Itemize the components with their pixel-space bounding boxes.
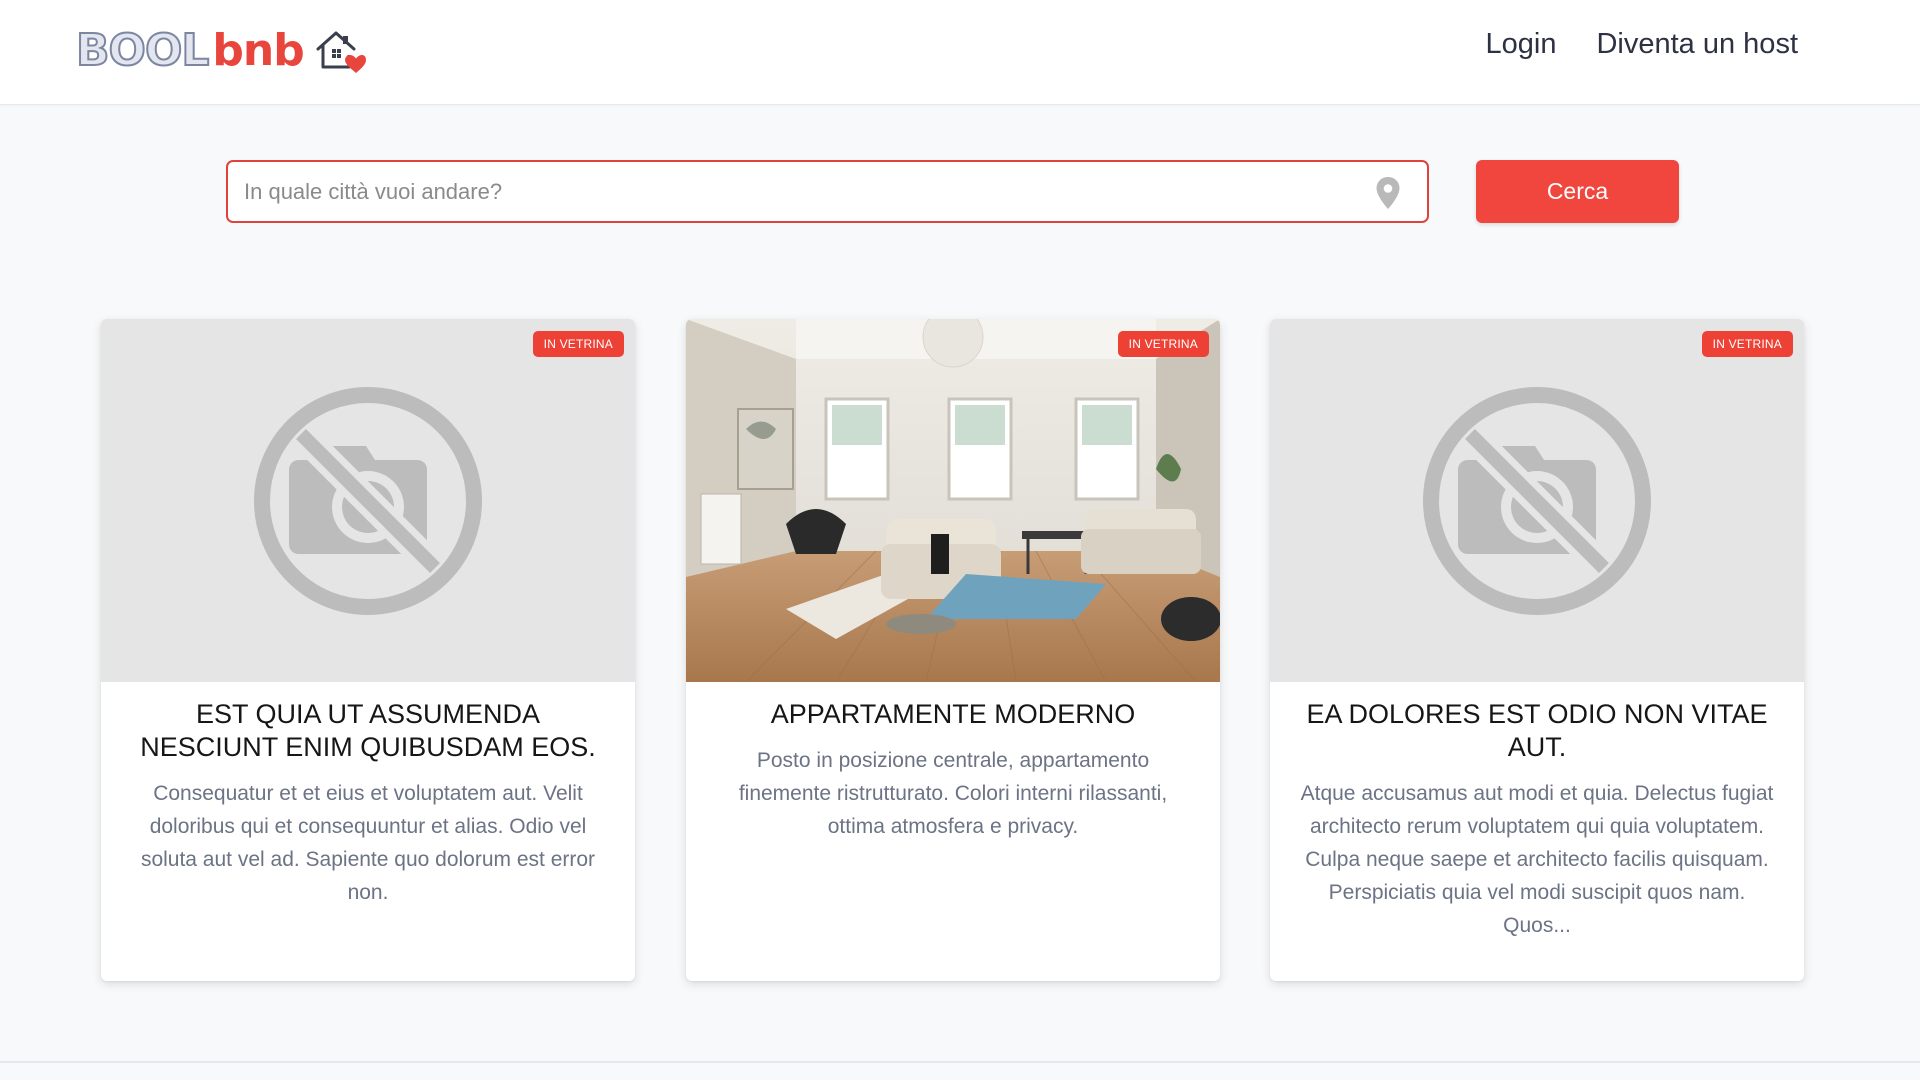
city-search-field[interactable] [226, 160, 1429, 223]
featured-badge: IN VETRINA [1701, 331, 1793, 357]
house-heart-icon [316, 31, 366, 73]
living-room-photo [686, 319, 1220, 682]
featured-listings: IN VETRINA Est quia ut assumenda nesciun… [101, 319, 1806, 981]
listing-description: Consequatur et et eius et voluptatem aut… [140, 782, 596, 904]
map-pin-icon [1376, 177, 1400, 209]
no-photo-icon [254, 386, 482, 615]
listing-card[interactable]: IN VETRINA Appartamente moderno Posto in… [686, 319, 1220, 981]
become-host-link[interactable]: Diventa un host [1596, 28, 1798, 61]
main-nav: Login Diventa un host [1486, 28, 1798, 61]
logo-text-bnb: bnb [212, 24, 304, 76]
listing-title[interactable]: Ea dolores est odio non vitae aut. [1294, 698, 1780, 764]
listing-description: Posto in posizione centrale, appartament… [738, 749, 1168, 838]
footer-divider [0, 1061, 1920, 1063]
listing-title[interactable]: Est quia ut assumenda nesciunt enim quib… [125, 698, 611, 764]
listing-image: IN VETRINA [686, 319, 1220, 682]
listing-description: Atque accusamus aut modi et quia. Delect… [1300, 782, 1774, 937]
listing-card[interactable]: IN VETRINA Ea dolores est odio non vitae… [1270, 319, 1804, 981]
no-photo-icon [1423, 386, 1651, 615]
site-logo[interactable]: BOOL bnb [75, 22, 366, 78]
site-header: BOOL bnb Login Diventa un host [0, 0, 1920, 105]
listing-image: IN VETRINA [101, 319, 635, 682]
city-search-input[interactable] [244, 162, 1364, 221]
featured-badge: IN VETRINA [1117, 331, 1209, 357]
listing-image: IN VETRINA [1270, 319, 1804, 682]
listing-title[interactable]: Appartamente moderno [710, 698, 1196, 731]
featured-badge: IN VETRINA [532, 331, 624, 357]
logo-text-bool: BOOL [75, 24, 210, 77]
search-button[interactable]: Cerca [1476, 160, 1679, 223]
listing-card[interactable]: IN VETRINA Est quia ut assumenda nesciun… [101, 319, 635, 981]
login-link[interactable]: Login [1486, 28, 1557, 61]
